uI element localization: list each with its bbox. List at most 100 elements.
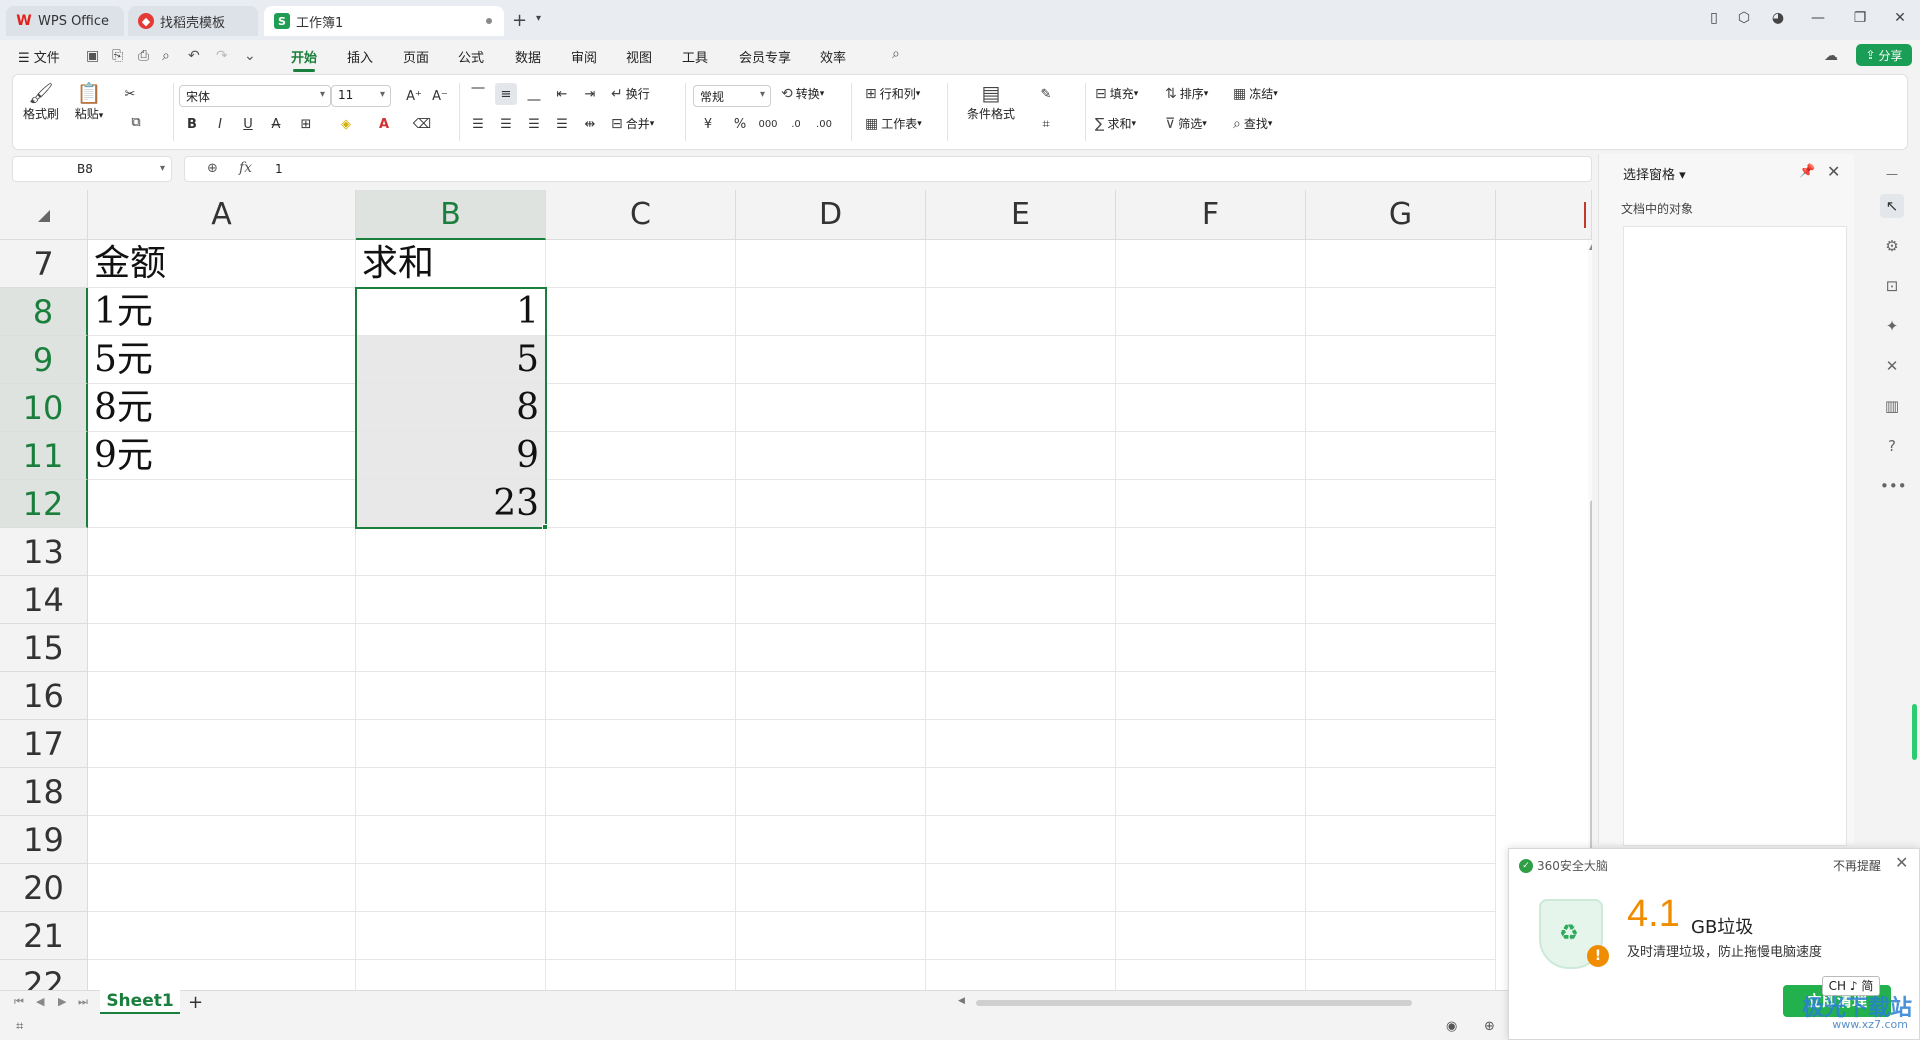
first-sheet-icon[interactable]: ⏮ — [14, 995, 24, 1009]
cell-C17[interactable] — [546, 720, 736, 768]
cell-D18[interactable] — [736, 768, 926, 816]
tab-efficiency[interactable]: 效率 — [820, 47, 846, 66]
tab-page[interactable]: 页面 — [403, 47, 429, 66]
column-header[interactable]: D — [736, 190, 926, 240]
cell-D12[interactable] — [736, 480, 926, 528]
sort-button[interactable]: ⇅ 排序 ▾ — [1165, 85, 1208, 102]
align-right-icon[interactable]: ☰ — [523, 113, 545, 135]
sheet-tab-sheet1[interactable]: Sheet1 — [100, 989, 180, 1015]
scroll-left-icon[interactable]: ◀ — [958, 996, 965, 1006]
crop-icon[interactable]: ⌗ — [1035, 113, 1057, 135]
next-sheet-icon[interactable]: ▶ — [58, 995, 66, 1008]
cell-B18[interactable] — [356, 768, 546, 816]
cell-E13[interactable] — [926, 528, 1116, 576]
cell-E22[interactable] — [926, 960, 1116, 990]
add-sheet-icon[interactable]: + — [188, 992, 203, 1013]
cell-B16[interactable] — [356, 672, 546, 720]
file-menu[interactable]: ☰ 文件 — [18, 47, 60, 66]
cell-A15[interactable] — [88, 624, 356, 672]
row-header[interactable]: 21 — [0, 912, 88, 960]
cell-B17[interactable] — [356, 720, 546, 768]
cell-C15[interactable] — [546, 624, 736, 672]
row-header[interactable]: 16 — [0, 672, 88, 720]
pin-icon[interactable]: 📌 — [1799, 164, 1815, 179]
bold-icon[interactable]: B — [181, 113, 203, 135]
cell-G10[interactable] — [1306, 384, 1496, 432]
cell-G8[interactable] — [1306, 288, 1496, 336]
chevron-down-icon[interactable]: ▾ — [536, 13, 541, 24]
wrap-button[interactable]: ↵ 换行 — [611, 85, 650, 102]
font-color-icon[interactable]: A — [373, 113, 395, 135]
cell-E15[interactable] — [926, 624, 1116, 672]
selection-pane-title[interactable]: 选择窗格 ▾ — [1623, 164, 1686, 183]
cell-style-icon[interactable]: ✎ — [1035, 83, 1057, 105]
cell-G13[interactable] — [1306, 528, 1496, 576]
cell-C12[interactable] — [546, 480, 736, 528]
save-icon[interactable]: ▣ — [86, 48, 99, 64]
merge-button[interactable]: ⊟ 合并 ▾ — [611, 115, 654, 132]
cell-D14[interactable] — [736, 576, 926, 624]
cell-D8[interactable] — [736, 288, 926, 336]
cell-D17[interactable] — [736, 720, 926, 768]
cell-B12[interactable]: 23 — [356, 480, 546, 528]
column-header[interactable]: F — [1116, 190, 1306, 240]
cell-B22[interactable] — [356, 960, 546, 990]
eye-protection-icon[interactable]: ◉ — [1446, 1019, 1457, 1034]
row-header[interactable]: 15 — [0, 624, 88, 672]
cell-D11[interactable] — [736, 432, 926, 480]
row-header[interactable]: 18 — [0, 768, 88, 816]
cell-B10[interactable]: 8 — [356, 384, 546, 432]
smart-icon[interactable]: ✦ — [1880, 314, 1904, 338]
cell-E7[interactable] — [926, 240, 1116, 288]
row-header[interactable]: 20 — [0, 864, 88, 912]
tab-docer-templates[interactable]: ◆ 找稻壳模板 — [128, 6, 258, 36]
cell-G9[interactable] — [1306, 336, 1496, 384]
scroll-up-icon[interactable]: ▲ — [1589, 242, 1592, 251]
tab-workbook[interactable]: S 工作簿1 — [264, 6, 504, 36]
distributed-icon[interactable]: ⇹ — [579, 113, 601, 135]
cell-E8[interactable] — [926, 288, 1116, 336]
fx-icon[interactable]: fx — [239, 160, 252, 176]
undo-icon[interactable]: ↶ — [188, 48, 200, 64]
tab-wps-office[interactable]: W WPS Office — [6, 6, 124, 36]
cell-F18[interactable] — [1116, 768, 1306, 816]
cell-A8[interactable]: 1元 — [88, 288, 356, 336]
tab-insert[interactable]: 插入 — [347, 47, 373, 66]
currency-icon[interactable]: ¥ — [697, 113, 719, 135]
font-name-select[interactable]: 宋体 ▾ — [179, 85, 331, 107]
column-header[interactable]: C — [546, 190, 736, 240]
dont-remind-link[interactable]: 不再提醒 — [1833, 857, 1881, 874]
horizontal-scrollbar[interactable] — [976, 1000, 1412, 1006]
cell-D21[interactable] — [736, 912, 926, 960]
cell-B11[interactable]: 9 — [356, 432, 546, 480]
cell-F21[interactable] — [1116, 912, 1306, 960]
cell-B8[interactable]: 1 — [356, 288, 546, 336]
cell-B9[interactable]: 5 — [356, 336, 546, 384]
customize-chevron-icon[interactable]: ⌄ — [244, 48, 256, 64]
cell-F16[interactable] — [1116, 672, 1306, 720]
cell-D20[interactable] — [736, 864, 926, 912]
italic-icon[interactable]: I — [209, 113, 231, 135]
sum-button[interactable]: ∑ 求和 ▾ — [1095, 115, 1136, 132]
row-header[interactable]: 10 — [0, 384, 88, 432]
cell-D15[interactable] — [736, 624, 926, 672]
decrease-decimal-icon[interactable]: .00 — [813, 113, 835, 135]
restore-icon[interactable]: ❐ — [1850, 10, 1870, 26]
tab-view[interactable]: 视图 — [626, 47, 652, 66]
close-icon[interactable]: ✕ — [1890, 10, 1910, 26]
row-col-button[interactable]: ⊞ 行和列 ▾ — [865, 85, 920, 102]
cell-B21[interactable] — [356, 912, 546, 960]
row-header[interactable]: 22 — [0, 960, 88, 990]
avatar[interactable]: ◕ — [1768, 10, 1788, 26]
cell-B13[interactable] — [356, 528, 546, 576]
cell-F14[interactable] — [1116, 576, 1306, 624]
conditional-format-button[interactable]: ▤ 条件格式 — [961, 81, 1021, 122]
cell-A13[interactable] — [88, 528, 356, 576]
cursor-select-icon[interactable]: ↖ — [1880, 194, 1904, 218]
row-header[interactable]: 8 — [0, 288, 88, 336]
row-header[interactable]: 19 — [0, 816, 88, 864]
cell-G21[interactable] — [1306, 912, 1496, 960]
border-icon[interactable]: ⊞ — [295, 113, 317, 135]
cell-C16[interactable] — [546, 672, 736, 720]
row-header[interactable]: 17 — [0, 720, 88, 768]
